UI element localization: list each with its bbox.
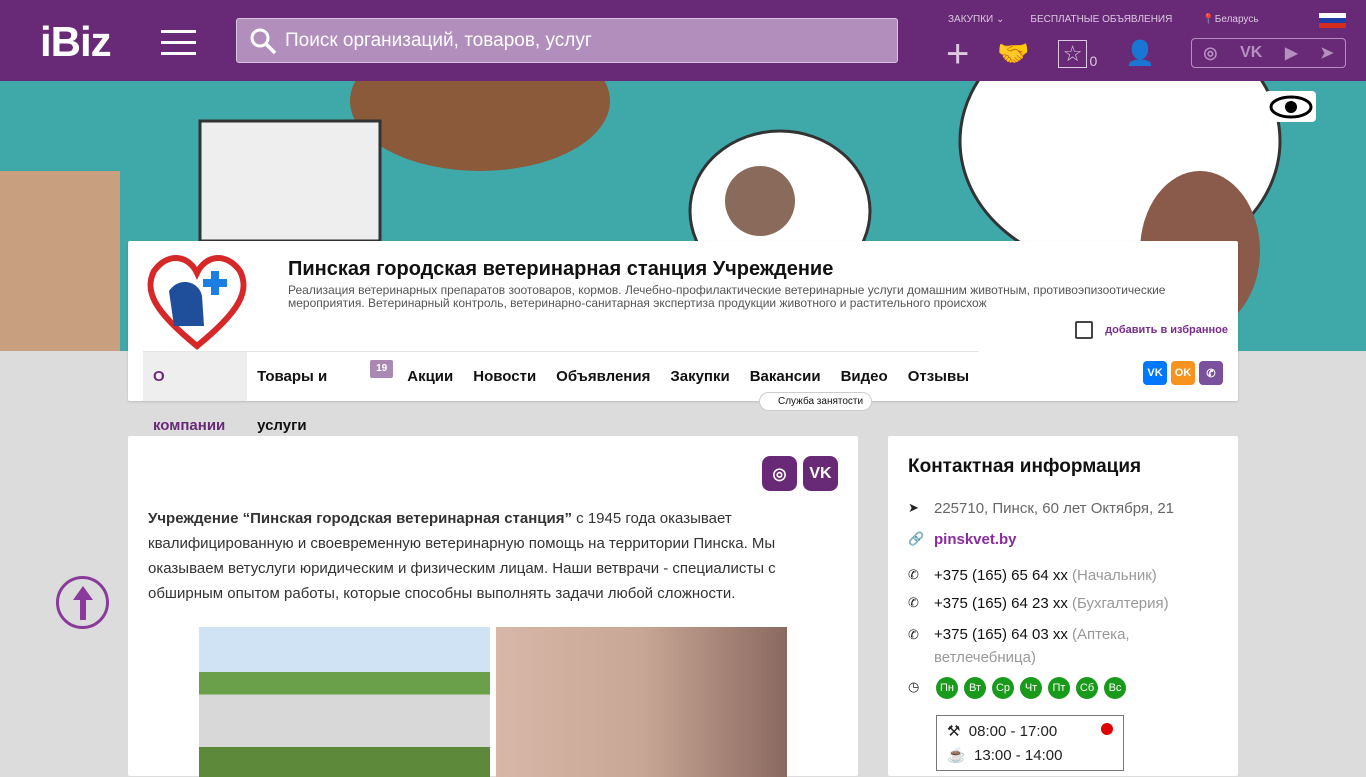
favorites-count: 0 <box>1089 52 1098 69</box>
add-icon[interactable]: + <box>946 34 969 74</box>
search-input[interactable]: Поиск организаций, товаров, услуг <box>236 18 898 63</box>
region-selector[interactable]: 📍Беларусь <box>1202 14 1258 25</box>
about-text: Учреждение “Пинская городская ветеринарн… <box>148 510 776 602</box>
coffee-icon: ☕ <box>947 747 966 764</box>
employment-service-tooltip[interactable]: Служба занятости <box>759 392 873 411</box>
products-count-badge: 19 <box>370 359 394 378</box>
menu-icon[interactable] <box>161 30 196 63</box>
phone-icon: ✆ <box>908 595 919 610</box>
phone-icon: ✆ <box>908 567 919 582</box>
closed-status-dot <box>1101 723 1113 735</box>
tab-reviews[interactable]: Отзывы <box>898 352 979 401</box>
day-wed[interactable]: Ср <box>992 677 1014 699</box>
search-placeholder: Поиск организаций, товаров, услуг <box>285 29 592 51</box>
top-bar: iBiz Поиск организаций, товаров, услуг З… <box>0 0 1366 81</box>
tab-products[interactable]: Товары и услуги 19 <box>247 352 394 434</box>
day-fri[interactable]: Пт <box>1048 677 1070 699</box>
favorites-icon[interactable]: ☆ <box>1057 39 1088 68</box>
contacts-panel: Контактная информация ➤ 225710, Пинск, 60… <box>888 436 1238 776</box>
add-to-favorites[interactable]: добавить в избранное <box>1075 321 1228 339</box>
company-logo <box>147 255 247 350</box>
hours-popup: ⚒ 08:00 - 17:00 ☕ 13:00 - 14:00 <box>936 715 1124 771</box>
tab-news[interactable]: Новости <box>463 352 546 401</box>
tab-ads[interactable]: Объявления <box>546 352 660 401</box>
phone-number[interactable]: +375 (165) 65 64 xx <box>934 567 1068 584</box>
company-title: Пинская городская ветеринарная станция У… <box>288 258 834 280</box>
vk-icon[interactable]: VK <box>1240 44 1262 62</box>
day-tue[interactable]: Вт <box>964 677 986 699</box>
work-days: Пн Вт Ср Чт Пт Сб Вс <box>936 677 1126 699</box>
clock-icon: ◷ <box>908 679 920 694</box>
photo-clinic[interactable] <box>496 627 787 777</box>
address: 225710, Пинск, 60 лет Октября, 21 <box>934 500 1175 517</box>
phone-number[interactable]: +375 (165) 64 23 xx <box>934 595 1068 612</box>
phone-icon: ✆ <box>908 627 919 642</box>
logo[interactable]: iBiz <box>40 18 112 66</box>
day-sat[interactable]: Сб <box>1076 677 1098 699</box>
company-card: Пинская городская ветеринарная станция У… <box>128 241 1238 434</box>
search-icon <box>250 28 277 54</box>
handshake-icon[interactable]: 🤝 <box>997 38 1029 69</box>
youtube-icon[interactable]: ▶ <box>1285 43 1297 63</box>
day-thu[interactable]: Чт <box>1020 677 1042 699</box>
break-hours: 13:00 - 14:00 <box>974 747 1063 764</box>
photo-building[interactable] <box>199 627 490 777</box>
link-icon: 🔗 <box>908 531 925 546</box>
about-panel: ◎ VK Учреждение “Пинская городская ветер… <box>128 436 858 777</box>
accessibility-eye-icon[interactable] <box>1265 91 1316 122</box>
website-link[interactable]: pinskvet.by <box>934 531 1017 548</box>
link-zakupki[interactable]: ЗАКУПКИ ⌄ <box>948 14 1004 25</box>
tab-about[interactable]: О компании <box>143 351 248 434</box>
scroll-up-icon[interactable] <box>56 576 109 629</box>
checkbox[interactable] <box>1075 321 1094 339</box>
instagram-icon[interactable]: ◎ <box>762 456 797 491</box>
link-free-ads[interactable]: БЕСПЛАТНЫЕ ОБЪЯВЛЕНИЯ <box>1030 14 1172 25</box>
telegram-icon[interactable]: ➤ <box>1320 43 1333 63</box>
location-arrow-icon: ➤ <box>908 500 919 515</box>
day-sun[interactable]: Вс <box>1104 677 1126 699</box>
instagram-icon[interactable]: ◎ <box>1203 43 1217 63</box>
day-mon[interactable]: Пн <box>936 677 958 699</box>
vk-icon[interactable]: VK <box>803 456 838 491</box>
tab-promotions[interactable]: Акции <box>397 352 463 401</box>
work-hours: 08:00 - 17:00 <box>968 723 1058 740</box>
company-description: Реализация ветеринарных препаратов зоото… <box>288 283 1166 310</box>
tab-purchases[interactable]: Закупки <box>660 352 739 401</box>
contacts-title: Контактная информация <box>908 456 1142 477</box>
language-flag[interactable] <box>1319 13 1346 28</box>
phone-number[interactable]: +375 (165) 64 03 xx <box>934 626 1068 643</box>
tools-icon: ⚒ <box>947 723 961 740</box>
user-add-icon[interactable]: 👤 <box>1125 39 1155 68</box>
share-vk-icon[interactable]: VK <box>1143 361 1167 385</box>
share-ok-icon[interactable]: OK <box>1171 361 1195 385</box>
share-viber-icon[interactable]: ✆ <box>1199 361 1223 385</box>
